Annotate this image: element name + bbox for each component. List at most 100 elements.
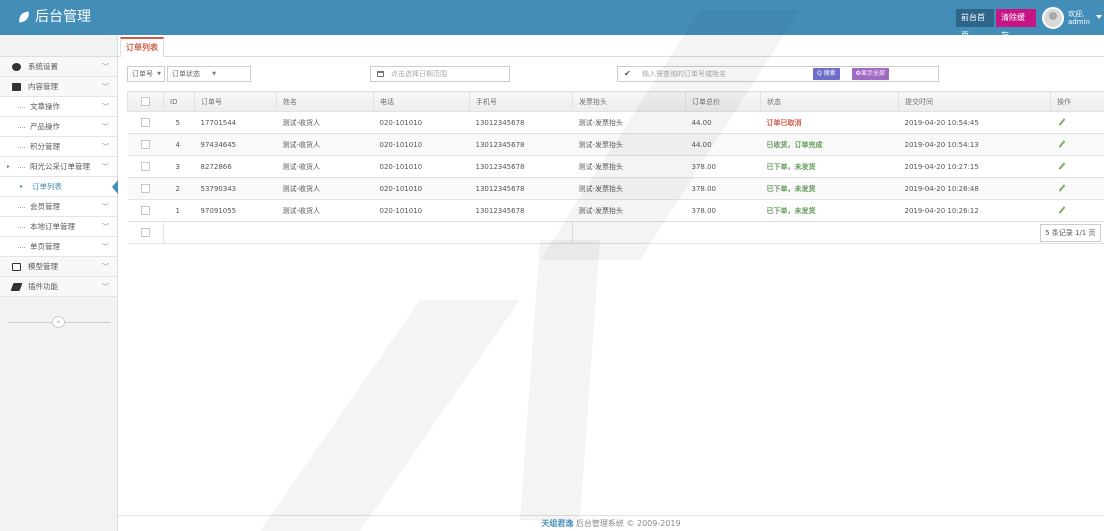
check-icon: ✔ (624, 69, 631, 78)
row-checkbox[interactable] (141, 118, 150, 127)
row-checkbox[interactable] (141, 184, 150, 193)
cell-total: 44.00 (685, 111, 761, 134)
search-field-select[interactable]: 订单号 ▼ (127, 66, 165, 82)
cell-invoice-title: 测试-发票抬头 (572, 133, 686, 156)
date-range-input[interactable]: 点击选择日期范围 (370, 66, 510, 82)
row-checkbox[interactable] (141, 140, 150, 149)
chevron-down-icon: ▼ (212, 71, 216, 77)
table-row[interactable]: 4 97434645 测试-收货人 020-101010 13012345678 测试-发… (127, 133, 1104, 156)
pencil-icon[interactable] (1058, 139, 1065, 148)
select-all-checkbox[interactable] (141, 97, 150, 106)
active-marker (112, 180, 118, 194)
row-select-cell (127, 155, 164, 178)
cell-id: 2 (163, 177, 195, 200)
pencil-icon[interactable] (1058, 183, 1065, 192)
row-checkbox[interactable] (141, 162, 150, 171)
caret-right-icon: ▸ (20, 183, 24, 190)
sidebar: 系统设置 ﹀ 内容管理 ﹀ 文章操作 ﹀ 产品操作 ﹀ 积分管理 ﹀ ▸ 阳光公… (0, 35, 118, 531)
user-menu[interactable]: 欢迎, admin (1068, 10, 1090, 26)
cell-phone: 020-101010 (373, 177, 470, 200)
sidebar-item-articles[interactable]: 文章操作 ﹀ (0, 97, 117, 117)
row-select-cell (127, 111, 164, 134)
cell-mobile: 13012345678 (469, 155, 573, 178)
sidebar-item-label: 订单列表 (32, 182, 62, 191)
table-row[interactable]: 3 8272866 测试-收货人 020-101010 13012345678 测试-发票… (127, 155, 1104, 178)
column-header[interactable]: 姓名 (276, 91, 374, 112)
sidebar-item-system-settings[interactable]: 系统设置 ﹀ (0, 57, 117, 77)
table-row[interactable]: 2 53790343 测试-收货人 020-101010 13012345678 测试-发… (127, 177, 1104, 200)
cell-mobile: 13012345678 (469, 177, 573, 200)
collapse-sidebar-button[interactable]: « (52, 316, 65, 328)
avatar[interactable] (1042, 7, 1064, 29)
show-all-label: 显示全部 (861, 70, 886, 77)
clear-cache-button[interactable]: 清除缓存 (996, 9, 1036, 40)
cell-mobile: 13012345678 (469, 199, 573, 222)
sidebar-item-order-list[interactable]: ▸ 订单列表 (0, 177, 118, 197)
table-row[interactable]: 1 97091055 测试-收货人 020-101010 13012345678 测试-发… (127, 199, 1104, 222)
cell-total: 378.00 (685, 177, 761, 200)
search-input[interactable]: ✔ 输入需查询的订单号或姓名 (617, 66, 939, 82)
footer-brand[interactable]: 天组君逸 (541, 519, 573, 528)
cell-id: 4 (163, 133, 195, 156)
sidebar-item-label: 插件功能 (28, 282, 58, 291)
folder-icon (12, 83, 21, 91)
chevron-down-icon: ﹀ (102, 263, 109, 271)
cell-name: 测试-收货人 (276, 111, 374, 134)
cell-total: 378.00 (685, 199, 761, 222)
sidebar-item-local-orders[interactable]: 本地订单管理 ﹀ (0, 217, 117, 237)
cell-status: 已下单，未发货 (760, 177, 899, 200)
sidebar-item-points[interactable]: 积分管理 ﹀ (0, 137, 117, 157)
row-checkbox[interactable] (141, 206, 150, 215)
column-header[interactable]: 发票抬头 (572, 91, 686, 112)
brand-logo[interactable]: 后台管理 (0, 0, 118, 35)
date-placeholder: 点击选择日期范围 (391, 70, 447, 78)
front-page-button[interactable]: 前台首页 (956, 9, 994, 40)
cell-name: 测试-收货人 (276, 155, 374, 178)
cell-total: 378.00 (685, 155, 761, 178)
search-button[interactable]: Q 搜索 (813, 68, 840, 80)
chevron-down-icon: ﹀ (102, 83, 109, 91)
sidebar-item-procurement-orders[interactable]: ▸ 阳光公采订单管理 ﹀ (0, 157, 117, 177)
pencil-icon[interactable] (1058, 205, 1065, 214)
sidebar-item-pages[interactable]: 单页管理 ﹀ (0, 237, 117, 257)
row-actions (1050, 111, 1104, 134)
row-select-cell (127, 221, 164, 244)
pager-cell: 5 条记录 1/1 页 (572, 221, 1104, 244)
column-header[interactable]: ID (163, 91, 195, 112)
column-header[interactable]: 状态 (760, 91, 899, 112)
sidebar-item-plugins[interactable]: 插件功能 ﹀ (0, 277, 117, 297)
column-header[interactable]: 电话 (373, 91, 470, 112)
column-header[interactable]: 手机号 (469, 91, 573, 112)
row-actions (1050, 177, 1104, 200)
column-header[interactable]: 提交时间 (898, 91, 1051, 112)
tab-bar: 订单列表 (118, 35, 1104, 57)
tab-order-list[interactable]: 订单列表 (120, 37, 164, 57)
cell-order-number: 53790343 (194, 177, 277, 200)
order-status-select[interactable]: 订单状态 ▼ (167, 66, 251, 82)
gear-icon (12, 63, 21, 71)
sidebar-item-members[interactable]: 会员管理 ﹀ (0, 197, 117, 217)
column-header[interactable]: 订单总价 (685, 91, 761, 112)
sidebar-item-models[interactable]: 模型管理 ﹀ (0, 257, 117, 277)
top-navbar: 后台管理 前台首页 清除缓存 欢迎, admin (0, 0, 1104, 40)
welcome-text: 欢迎, (1068, 10, 1085, 18)
chevron-down-icon: ﹀ (102, 203, 109, 211)
column-header[interactable]: 订单号 (194, 91, 277, 112)
chevron-down-icon[interactable] (1096, 15, 1102, 19)
row-checkbox[interactable] (140, 228, 150, 237)
pencil-icon[interactable] (1058, 161, 1065, 170)
sidebar-item-label: 文章操作 (30, 102, 60, 111)
select-value: 订单号 (132, 70, 153, 78)
table-row[interactable]: 5 17701544 测试-收货人 020-101010 13012345678 测试-发… (127, 111, 1104, 134)
sidebar-item-content[interactable]: 内容管理 ﹀ (0, 77, 117, 97)
pencil-icon[interactable] (1058, 117, 1065, 126)
show-all-button[interactable]: ❂显示全部 (852, 68, 890, 80)
sidebar-item-products[interactable]: 产品操作 ﹀ (0, 117, 117, 137)
cell-phone: 020-101010 (373, 133, 470, 156)
cell-invoice-title: 测试-发票抬头 (572, 177, 686, 200)
sidebar-item-label: 单页管理 (30, 242, 60, 251)
chevron-down-icon: ﹀ (102, 163, 109, 171)
chevron-down-icon: ▼ (157, 71, 161, 77)
pagination-info[interactable]: 5 条记录 1/1 页 (1040, 223, 1101, 242)
username: admin (1068, 18, 1090, 26)
